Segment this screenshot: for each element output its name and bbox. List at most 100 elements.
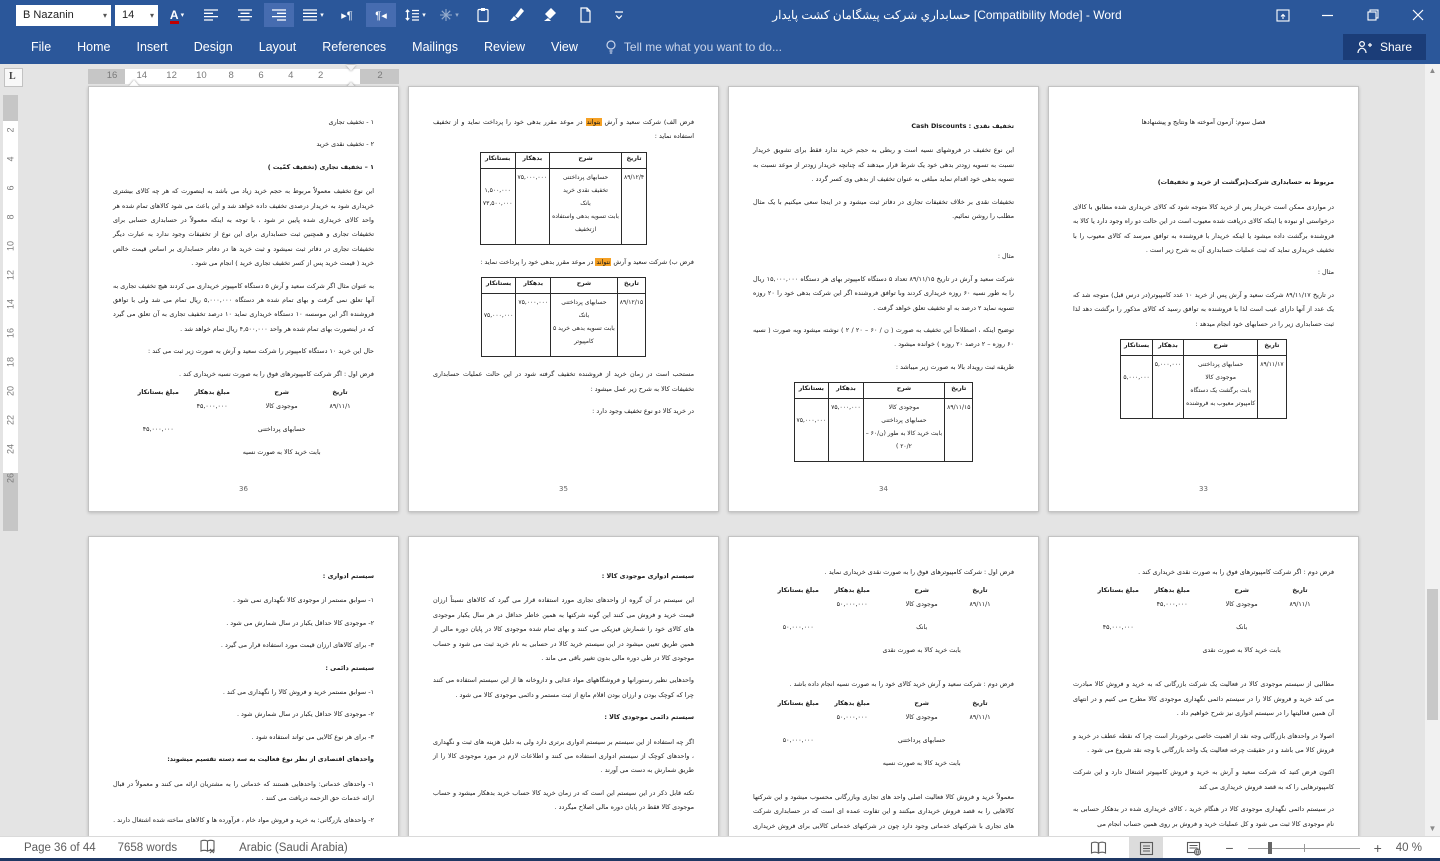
align-right-button[interactable] (264, 3, 294, 27)
align-center-icon (237, 8, 253, 22)
spacer (753, 231, 1014, 249)
language-indicator[interactable]: Arabic (Saudi Arabia) (239, 842, 348, 854)
ledger-date-cell: ۸۹/۱۱/۱۵ (945, 399, 973, 462)
read-mode-button[interactable] (1081, 837, 1115, 859)
window-title: حسابداري شركت پيشگامان كشت پايدار [Compa… (634, 8, 1260, 22)
tell-me-box[interactable]: Tell me what you want to do... (605, 40, 782, 55)
font-name-select[interactable]: B Nazanin▾ (16, 5, 111, 26)
format-painter-icon (509, 7, 525, 23)
justify-button[interactable]: ▾ (298, 3, 328, 27)
document-page[interactable]: فصل سوم: آزمون آموخته ها ونتایج و پیشنها… (1048, 86, 1359, 512)
doc-paragraph: این نوع تخفیف در فروشهای نسیه است و ربطی… (753, 143, 1014, 186)
paste-button[interactable] (468, 3, 498, 27)
font-size-select[interactable]: 14▾ (115, 5, 158, 26)
close-button[interactable] (1395, 0, 1440, 30)
doc-paragraph: در تاریخ ۸۹/۱۱/۱۷ شرکت سعید و آرش پس از … (1073, 288, 1334, 331)
ribbon-display-options-button[interactable] (1260, 0, 1305, 30)
zoom-in-button[interactable]: + (1374, 837, 1382, 859)
document-page[interactable]: فرض اول : شرکت کامپیوترهای فوق را به صور… (728, 536, 1039, 836)
word-count[interactable]: 7658 words (118, 842, 177, 854)
doc-paragraph: در خرید کالا دو نوع تخفیف وجود دارد : (433, 404, 694, 418)
font-color-button[interactable]: A▾ (162, 3, 192, 27)
align-left-button[interactable] (196, 3, 226, 27)
journal-column-header: مبلغ بستانکار (771, 587, 825, 600)
pages-grid: ۱ - تخفیف تجاری۲ - تخفیف نقدی خرید۱ – تخ… (88, 86, 1359, 836)
proofing-book-icon (199, 839, 217, 855)
chevron-down-icon: ▾ (150, 11, 154, 20)
tab-mailings[interactable]: Mailings (399, 30, 471, 64)
document-page[interactable]: ۱ - تخفیف تجاری۲ - تخفیف نقدی خرید۱ – تخ… (88, 86, 399, 512)
doc-paragraph: این نوع تخفیف معمولاً مربوط به حجم خرید … (113, 184, 374, 270)
ribbon-display-options-icon (1276, 9, 1290, 22)
tab-references[interactable]: References (309, 30, 399, 64)
doc-paragraph: ۲- موجودی کالا حداقل یکبار در سال شمارش … (113, 707, 374, 721)
zoom-out-button[interactable]: − (1225, 837, 1233, 859)
document-page[interactable]: سیستم ادواری :۱- سوابق مستمر از موجودی ک… (88, 536, 399, 836)
vertical-scrollbar[interactable]: ▲ ▼ (1425, 64, 1440, 836)
journal-row: بانک ۴۵,۰۰۰,۰۰۰ (1091, 623, 1315, 646)
tab-home[interactable]: Home (64, 30, 123, 64)
ledger-table: تاریخشرحبدهکاربستانکار۸۹/۱۱/۱۵موجودی کال… (794, 382, 974, 462)
ruler-number: 2 (6, 123, 16, 138)
zoom-slider-thumb[interactable] (1268, 842, 1272, 854)
document-page[interactable]: فرض الف) شرکت سعید و آرش بتواند در موعد … (408, 86, 719, 512)
ruler-margin-number: 2 (377, 70, 382, 81)
customize-qat-button[interactable] (604, 3, 634, 27)
restore-button[interactable] (1350, 0, 1395, 30)
tab-view[interactable]: View (538, 30, 591, 64)
ruler-number: 16 (107, 70, 118, 81)
ledger-debit-cell: ۷۵,۰۰۰,۰۰۰ (515, 168, 550, 244)
first-line-indent-marker[interactable] (346, 65, 356, 71)
scroll-down-icon[interactable]: ▼ (1425, 822, 1440, 836)
page-indicator[interactable]: Page 36 of 44 (24, 842, 96, 854)
highlighter-button[interactable] (536, 3, 566, 27)
tab-layout[interactable]: Layout (246, 30, 310, 64)
web-layout-button[interactable] (1177, 837, 1211, 859)
ruler-number: 8 (6, 210, 16, 225)
zoom-slider[interactable] (1248, 837, 1360, 859)
ruler-top-margin (3, 95, 18, 121)
line-spacing-button[interactable]: ▾ (400, 3, 430, 27)
new-document-button[interactable] (570, 3, 600, 27)
print-layout-button[interactable] (1129, 837, 1163, 859)
ledger-debit-cell: ۷۵,۰۰۰,۰۰۰ (516, 294, 551, 357)
doc-paragraph: نکته قابل ذکر در این سیستم این است که در… (433, 786, 694, 815)
tab-insert[interactable]: Insert (124, 30, 181, 64)
journal-column-header: تاریخ (964, 587, 995, 600)
page-content: فرض الف) شرکت سعید و آرش بتواند در موعد … (409, 87, 718, 511)
share-button[interactable]: Share (1343, 34, 1426, 60)
scrollbar-thumb[interactable] (1427, 589, 1438, 720)
ledger-credit-cell: ۵,۰۰۰,۰۰۰ (1121, 356, 1152, 419)
journal-column-header: مبلغ بدهکار (1145, 587, 1199, 600)
doc-paragraph: این سیستم در آن گروه از واحدهای تجاری مو… (433, 593, 694, 665)
zoom-level[interactable]: 40 % (1396, 842, 1422, 854)
scroll-up-icon[interactable]: ▲ (1425, 64, 1440, 78)
doc-paragraph: ۲- واحدهای بازرگانی: به خرید و فروش مواد… (113, 813, 374, 827)
tab-design[interactable]: Design (181, 30, 246, 64)
doc-paragraph: حال این خرید ۱۰ دستگاه کامپیوتر را شرکت … (113, 344, 374, 358)
proofing-status-button[interactable] (199, 839, 217, 858)
journal-column-header: شرح (1199, 587, 1284, 600)
rtl-paragraph-button[interactable]: ¶◂ (366, 3, 396, 27)
doc-heading: واحدهای اقتصادی از نظر نوع فعالیت به سه … (113, 752, 374, 766)
ruler-number: 12 (6, 268, 16, 283)
horizontal-ruler[interactable]: 1614121086422 (88, 69, 399, 84)
minimize-button[interactable] (1305, 0, 1350, 30)
tab-file[interactable]: File (18, 30, 64, 64)
doc-paragraph: شرکت سعید و آرش در تاریخ ۸۹/۱۱/۱۵ تعداد … (753, 272, 1014, 315)
journal-entry: تاریخشرحمبلغ بدهکارمبلغ بستانکار۸۹/۱۱/۱م… (771, 700, 995, 782)
document-page[interactable]: فرض دوم : اگر شرکت کامپیوترهای فوق را به… (1048, 536, 1359, 836)
doc-heading: ۱ – تخفیف تجاری (تخفیف کمّیت ) (113, 160, 374, 174)
format-painter-button[interactable] (502, 3, 532, 27)
page-content: سیستم ادواری موجودی کالا :این سیستم در آ… (409, 537, 718, 836)
tab-review[interactable]: Review (471, 30, 538, 64)
ledger-column-header: شرح (1184, 340, 1258, 356)
journal-column-header: مبلغ بدهکار (825, 587, 879, 600)
align-center-button[interactable] (230, 3, 260, 27)
document-page[interactable]: تخفیف نقدی : Cash Discounts این نوع تخفیف… (728, 86, 1039, 512)
ltr-paragraph-button[interactable]: ▸¶ (332, 3, 362, 27)
tab-selector[interactable] (4, 68, 23, 87)
vertical-ruler[interactable]: 2468101214161820222426 (3, 95, 18, 531)
doc-heading: تخفیف نقدی : Cash Discounts (753, 119, 1014, 133)
document-page[interactable]: سیستم ادواری موجودی کالا :این سیستم در آ… (408, 536, 719, 836)
